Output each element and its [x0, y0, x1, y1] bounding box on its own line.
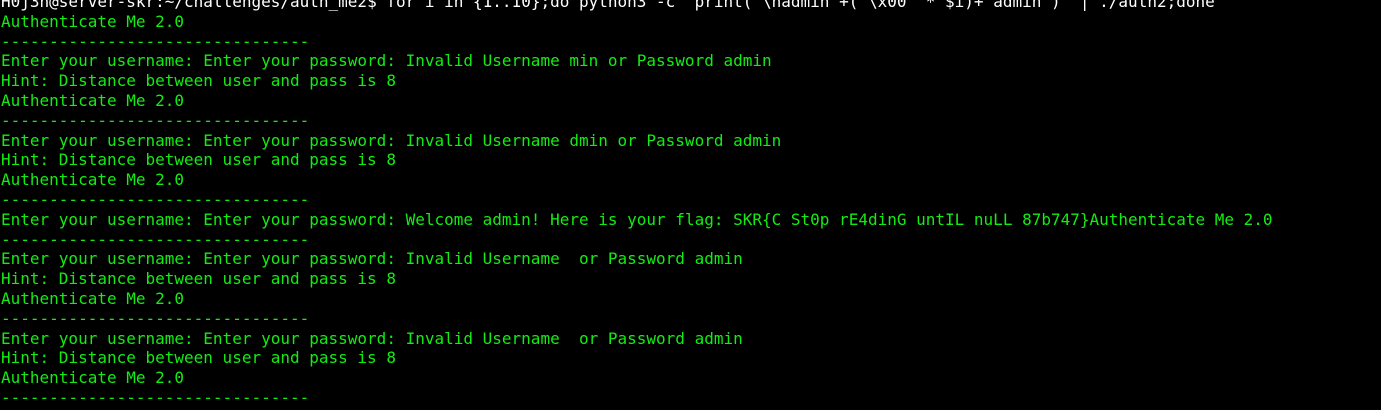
- output-line: --------------------------------: [1, 229, 310, 249]
- prompt-symbol: $: [367, 0, 387, 11]
- output-line: Authenticate Me 2.0: [1, 368, 185, 388]
- output-line: Authenticate Me 2.0: [1, 288, 185, 308]
- output-line: --------------------------------: [1, 387, 310, 407]
- output-line: Hint: Distance between user and pass is …: [1, 269, 396, 289]
- output-line: Hint: Distance between user and pass is …: [1, 71, 396, 91]
- output-line: --------------------------------: [1, 110, 310, 130]
- output-line: --------------------------------: [1, 308, 310, 328]
- output-line: Hint: Distance between user and pass is …: [1, 348, 396, 368]
- output-line: Authenticate Me 2.0: [1, 11, 185, 31]
- output-line: Enter your username: Enter your password…: [1, 328, 743, 348]
- terminal-lines: H0j3n@server-skr:~/challenges/auth_me2$ …: [1, 0, 1273, 408]
- prompt-user-host: H0j3n@server-skr: [1, 0, 156, 11]
- prompt-line: H0j3n@server-skr:~/challenges/auth_me2$ …: [1, 0, 1273, 12]
- output-line: --------------------------------: [1, 31, 310, 51]
- output-line: Enter your username: Enter your password…: [1, 51, 772, 71]
- output-line: Authenticate Me 2.0: [1, 90, 185, 110]
- command-text: for i in {1..10};do python3 -c "print('\…: [386, 0, 1215, 11]
- output-line: Hint: Distance between user and pass is …: [1, 150, 396, 170]
- prompt-path: ~/challenges/auth_me2: [164, 0, 368, 11]
- terminal-window[interactable]: H0j3n@server-skr:~/challenges/auth_me2$ …: [0, 0, 1381, 410]
- output-line: Authenticate Me 2.0: [1, 170, 185, 190]
- output-line: --------------------------------: [1, 189, 310, 209]
- output-line: Enter your username: Enter your password…: [1, 130, 782, 150]
- prompt-separator: :: [155, 0, 165, 11]
- output-line: Enter your username: Enter your password…: [1, 249, 743, 269]
- output-line-flag: Enter your username: Enter your password…: [1, 209, 1273, 229]
